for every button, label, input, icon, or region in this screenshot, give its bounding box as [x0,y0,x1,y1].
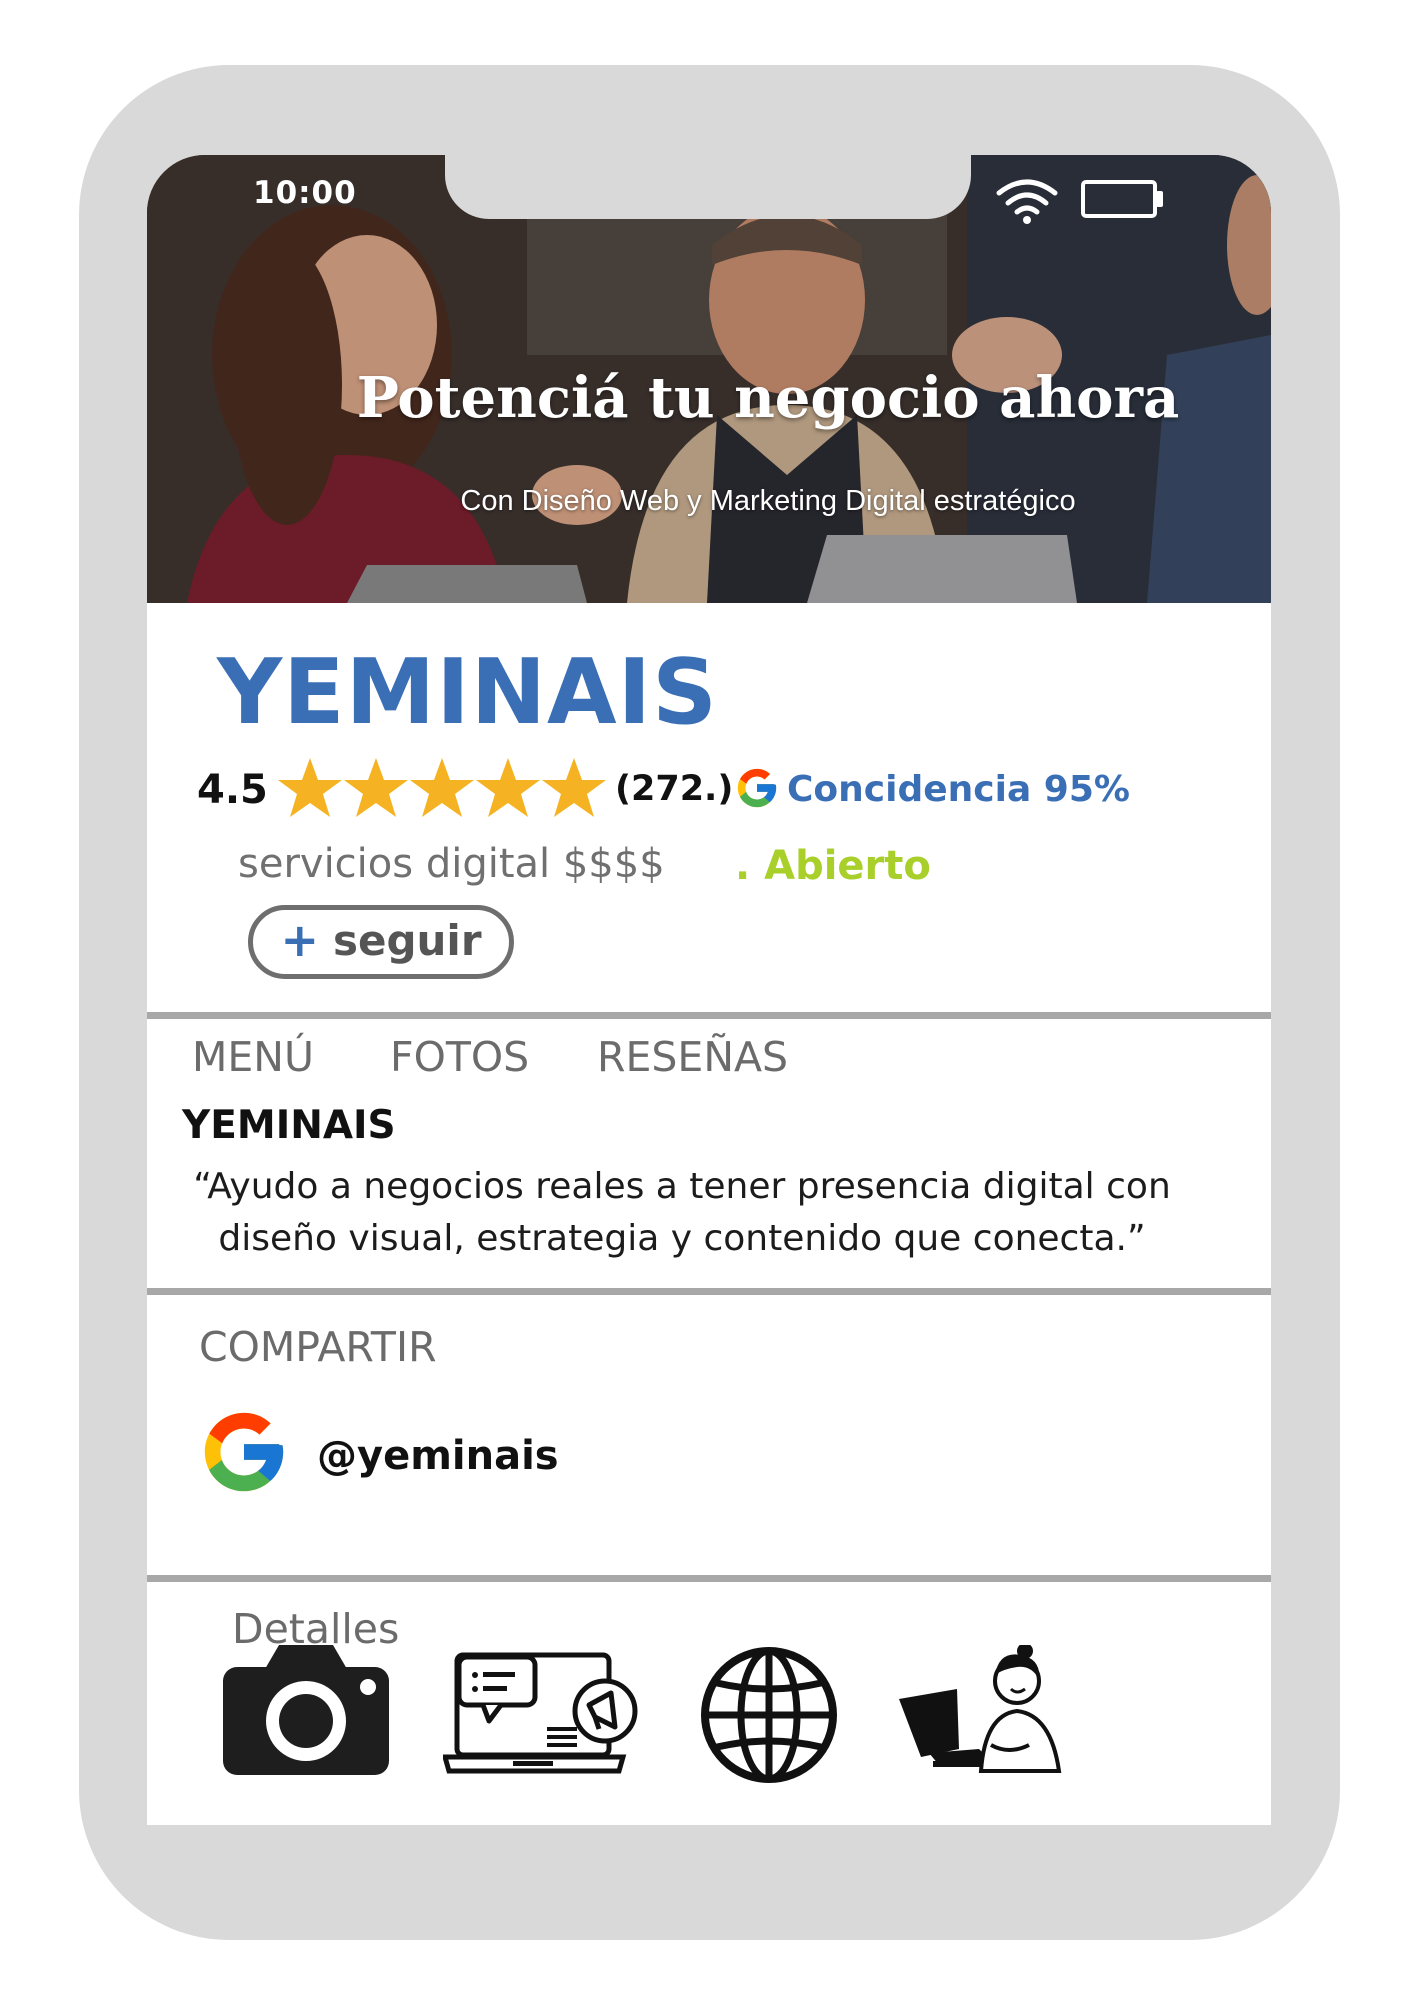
star-icon [410,758,474,817]
hero-title: Potenciá tu negocio ahora [356,365,1180,431]
star-icon [542,758,606,817]
section-divider [147,1288,1271,1295]
section-divider [147,1575,1271,1582]
google-icon[interactable] [197,1405,291,1499]
star-icon [476,758,540,817]
battery-icon [1081,180,1163,218]
business-category: servicios digital $$$$ [238,841,665,887]
section-divider [147,1012,1271,1019]
tab-reviews[interactable]: RESEÑAS [597,1033,788,1081]
share-handle[interactable]: @yeminais [317,1433,559,1479]
follow-button[interactable]: + seguir [248,905,514,979]
about-title: YEMINAIS [182,1103,396,1148]
hero-subtitle: Con Diseño Web y Marketing Digital estra… [460,485,1076,517]
follow-label: seguir [332,915,482,965]
camera-icon[interactable] [223,1645,389,1775]
star-icon [278,758,342,817]
hero-banner: 10:00 Potenciá tu negocio ahora Con Dise… [147,155,1271,603]
laptop-marketing-icon[interactable] [443,1645,639,1775]
review-count[interactable]: (272.) [615,769,733,809]
woman-at-computer-icon[interactable] [899,1645,1069,1775]
phone-notch [445,155,971,219]
rating-row: 4.5 (272.) Concidencia 95% [197,755,1257,835]
star-rating [278,758,606,817]
tab-photos[interactable]: FOTOS [390,1033,529,1081]
about-quote: “Ayudo a negocios reales a tener presenc… [193,1166,1171,1259]
open-status: . Abierto [735,843,931,889]
match-percentage: Concidencia 95% [787,769,1130,810]
star-icon [344,758,408,817]
google-icon [737,768,777,808]
tab-menu[interactable]: MENÚ [192,1033,314,1081]
rating-score: 4.5 [197,767,268,813]
business-name: YEMINAIS [217,640,718,745]
share-title: COMPARTIR [199,1323,437,1371]
wifi-icon [996,179,1058,224]
plus-icon: + [280,913,319,967]
status-time: 10:00 [253,175,357,211]
globe-icon[interactable] [699,1645,839,1785]
phone-screen: 10:00 Potenciá tu negocio ahora Con Dise… [147,155,1271,1825]
